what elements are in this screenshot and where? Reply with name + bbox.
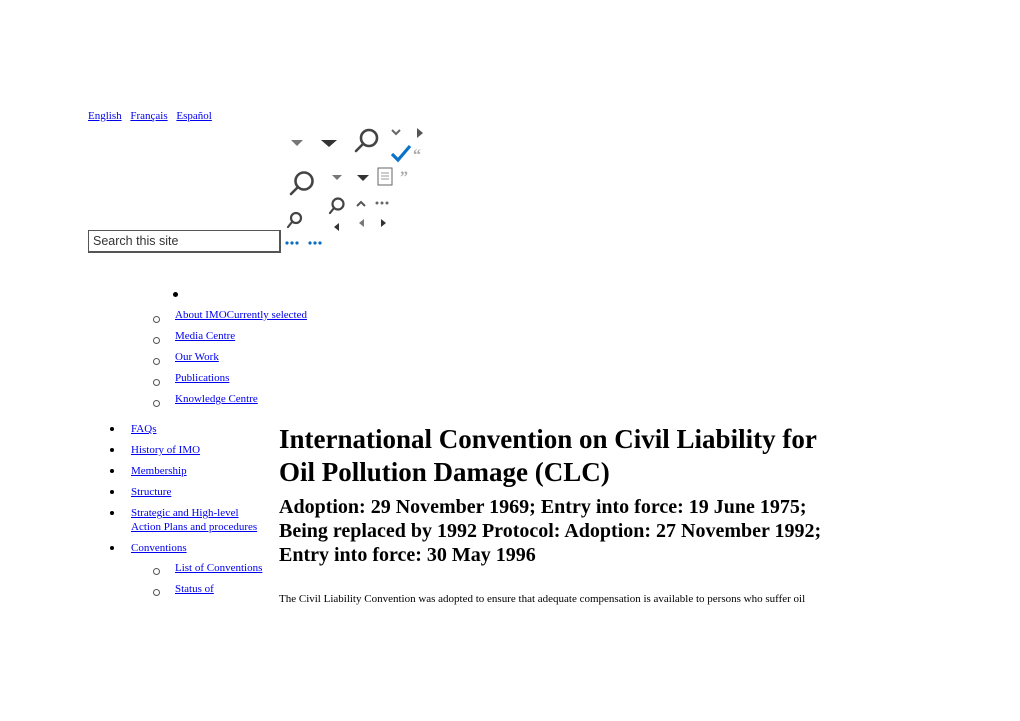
- document-icon: [377, 167, 393, 186]
- nav-item-media-centre[interactable]: Media Centre: [175, 330, 235, 342]
- page-title-line2: Oil Pollution Damage (CLC): [279, 457, 610, 487]
- sidebar-item-membership[interactable]: Membership: [131, 464, 187, 478]
- bullet-icon: [110, 469, 114, 473]
- circle-bullet-icon: [153, 568, 160, 575]
- checkmark-icon: [390, 144, 412, 163]
- sidebar-item-structure[interactable]: Structure: [131, 485, 171, 499]
- bullet-icon: [110, 490, 114, 494]
- sidebar-subitem-status-of[interactable]: Status of: [175, 582, 214, 596]
- sidebar-item-conventions[interactable]: Conventions: [131, 541, 187, 555]
- sidebar-item-strategic-plans[interactable]: Strategic and High-level: [131, 506, 239, 520]
- nav-item-our-work[interactable]: Our Work: [175, 351, 219, 363]
- caret-left-icon: [334, 223, 339, 231]
- chevron-down-icon: [391, 129, 401, 136]
- search-input[interactable]: [88, 230, 281, 253]
- ellipsis-icon: [308, 241, 322, 245]
- circle-bullet-icon: [153, 316, 160, 323]
- circle-bullet-icon: [153, 400, 160, 407]
- nav-item-knowledge-centre[interactable]: Knowledge Centre: [175, 393, 258, 405]
- sidebar-item-strategic-plans-cont[interactable]: Action Plans and procedures: [131, 520, 257, 534]
- lang-french-link[interactable]: Français: [130, 110, 167, 122]
- bullet-icon: [110, 448, 114, 452]
- ellipsis-icon: [375, 201, 389, 205]
- subtitle-line1: Adoption: 29 November 1969; Entry into f…: [279, 496, 807, 518]
- caret-right-icon: [417, 128, 423, 138]
- caret-left-icon: [359, 219, 364, 227]
- caret-down-icon: [321, 140, 337, 147]
- open-quote-icon: “: [413, 147, 421, 164]
- page-title: International Convention on Civil Liabil…: [279, 423, 899, 489]
- lang-english-link[interactable]: English: [88, 110, 122, 122]
- close-quote-icon: ”: [400, 169, 408, 186]
- sidebar-item-faqs[interactable]: FAQs: [131, 422, 156, 436]
- circle-bullet-icon: [153, 589, 160, 596]
- article: International Convention on Civil Liabil…: [279, 423, 899, 605]
- caret-down-icon: [332, 175, 342, 180]
- subtitle-line3: Entry into force: 30 May 1996: [279, 544, 536, 566]
- sidebar-subitem-list-of-conventions[interactable]: List of Conventions: [175, 561, 262, 575]
- chevron-up-icon: [356, 200, 366, 207]
- icon-sprite-svg: “ ”: [285, 128, 423, 245]
- nav-item-publications[interactable]: Publications: [175, 372, 229, 384]
- search-icon: [328, 197, 345, 215]
- icon-sprite-sheet: “ ”: [282, 124, 432, 254]
- page-title-line1: International Convention on Civil Liabil…: [279, 424, 817, 454]
- caret-right-icon: [381, 219, 386, 227]
- caret-down-icon: [357, 175, 369, 181]
- circle-bullet-icon: [153, 379, 160, 386]
- bullet-icon: [110, 511, 114, 515]
- search-icon: [354, 128, 379, 153]
- lang-spanish-link[interactable]: Español: [176, 110, 211, 122]
- bullet-icon: [110, 427, 114, 431]
- article-body: The Civil Liability Convention was adopt…: [279, 593, 806, 605]
- caret-down-icon: [291, 140, 303, 146]
- sidebar-item-history[interactable]: History of IMO: [131, 443, 200, 457]
- ellipsis-icon: [285, 241, 299, 245]
- search-icon: [289, 171, 314, 196]
- page-subtitle: Adoption: 29 November 1969; Entry into f…: [279, 495, 899, 567]
- search-icon: [286, 211, 303, 229]
- subtitle-line2: Being replaced by 1992 Protocol: Adoptio…: [279, 520, 822, 542]
- circle-bullet-icon: [153, 337, 160, 344]
- language-bar: English Français Español: [88, 110, 218, 122]
- bullet-icon: [110, 546, 114, 550]
- bullet-icon: [173, 292, 178, 297]
- circle-bullet-icon: [153, 358, 160, 365]
- nav-item-about-imo[interactable]: About IMOCurrently selected: [175, 309, 307, 321]
